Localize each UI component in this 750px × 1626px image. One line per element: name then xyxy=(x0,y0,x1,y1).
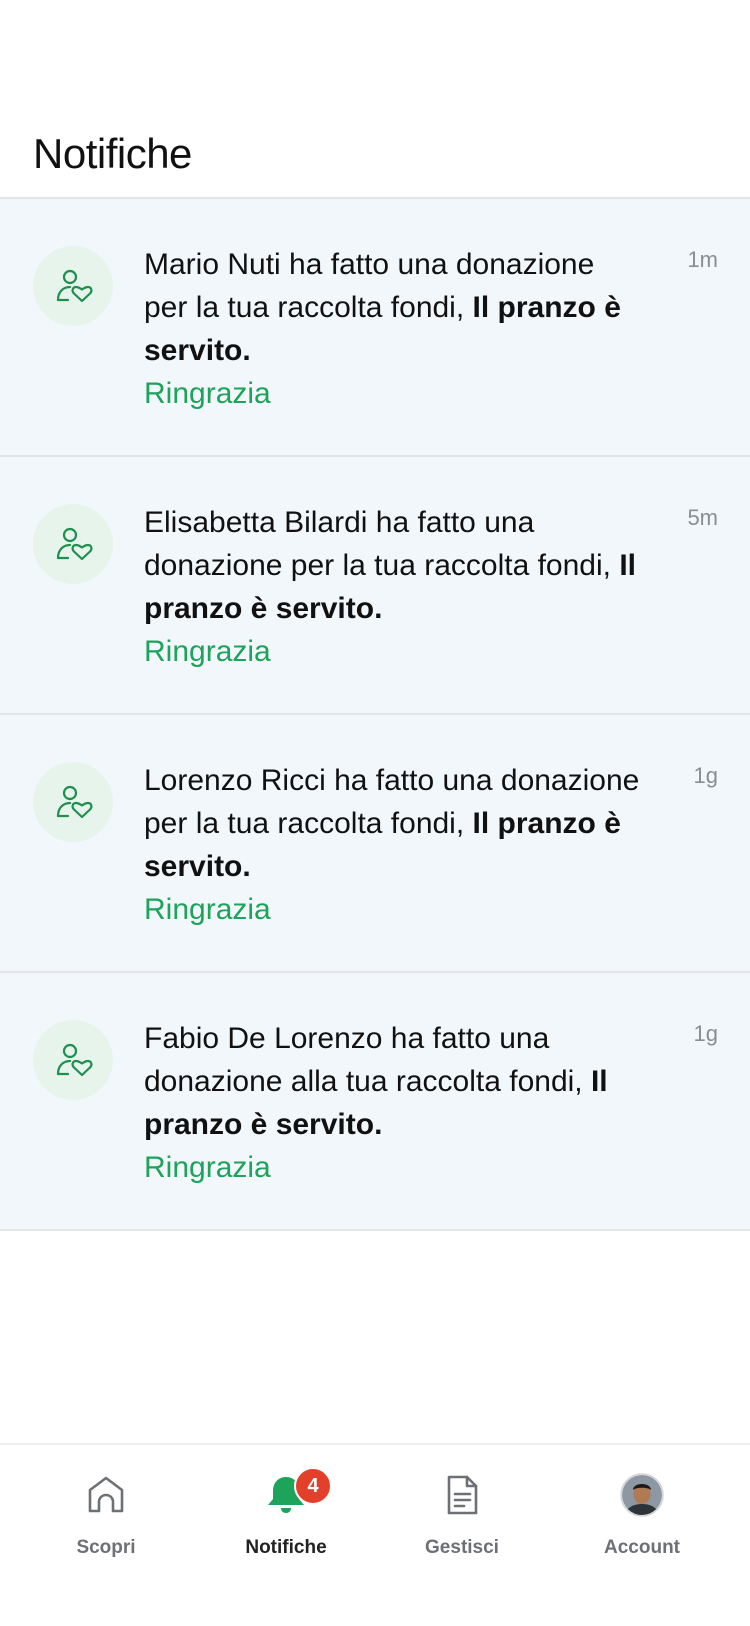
notification-message: Elisabetta Bilardi ha fatto una donazion… xyxy=(144,506,620,582)
tab-label: Notifiche xyxy=(245,1537,327,1558)
tab-scopri[interactable]: Scopri xyxy=(12,1445,200,1585)
tab-label: Gestisci xyxy=(425,1537,499,1558)
document-icon xyxy=(440,1473,484,1517)
notification-count-badge: 4 xyxy=(294,1467,332,1505)
notification-list: Mario Nuti ha fatto una donazione per la… xyxy=(0,197,750,1231)
notification-message: Fabio De Lorenzo ha fatto una donazione … xyxy=(144,1022,591,1098)
page-title: Notifiche xyxy=(33,130,192,177)
notification-time: 1g xyxy=(693,763,718,788)
notification-item[interactable]: Lorenzo Ricci ha fatto una donazione per… xyxy=(0,715,750,973)
donor-heart-icon xyxy=(33,1020,113,1100)
thank-button[interactable]: Ringrazia xyxy=(144,1146,644,1189)
bell-icon: 4 xyxy=(264,1467,332,1517)
notification-time: 1g xyxy=(693,1021,718,1046)
avatar xyxy=(620,1473,664,1517)
notification-item[interactable]: Fabio De Lorenzo ha fatto una donazione … xyxy=(0,973,750,1231)
tab-notifiche[interactable]: 4 Notifiche xyxy=(192,1445,380,1585)
tab-label: Scopri xyxy=(76,1537,136,1558)
notification-text: Lorenzo Ricci ha fatto una donazione per… xyxy=(144,759,644,931)
notification-text: Mario Nuti ha fatto una donazione per la… xyxy=(144,243,644,415)
notification-item[interactable]: Mario Nuti ha fatto una donazione per la… xyxy=(0,199,750,457)
thank-button[interactable]: Ringrazia xyxy=(144,888,644,931)
tab-gestisci[interactable]: Gestisci xyxy=(368,1445,556,1585)
notification-item[interactable]: Elisabetta Bilardi ha fatto una donazion… xyxy=(0,457,750,715)
thank-button[interactable]: Ringrazia xyxy=(144,372,644,415)
home-icon xyxy=(84,1473,128,1517)
notification-time: 5m xyxy=(687,505,718,530)
tab-account[interactable]: Account xyxy=(548,1445,736,1585)
bottom-tab-bar: Scopri 4 Notifiche Gestisci Account xyxy=(0,1443,750,1626)
notification-text: Elisabetta Bilardi ha fatto una donazion… xyxy=(144,501,644,673)
tab-label: Account xyxy=(604,1537,680,1558)
thank-button[interactable]: Ringrazia xyxy=(144,630,644,673)
donor-heart-icon xyxy=(33,762,113,842)
notification-text: Fabio De Lorenzo ha fatto una donazione … xyxy=(144,1017,644,1189)
donor-heart-icon xyxy=(33,246,113,326)
notification-time: 1m xyxy=(687,247,718,272)
donor-heart-icon xyxy=(33,504,113,584)
